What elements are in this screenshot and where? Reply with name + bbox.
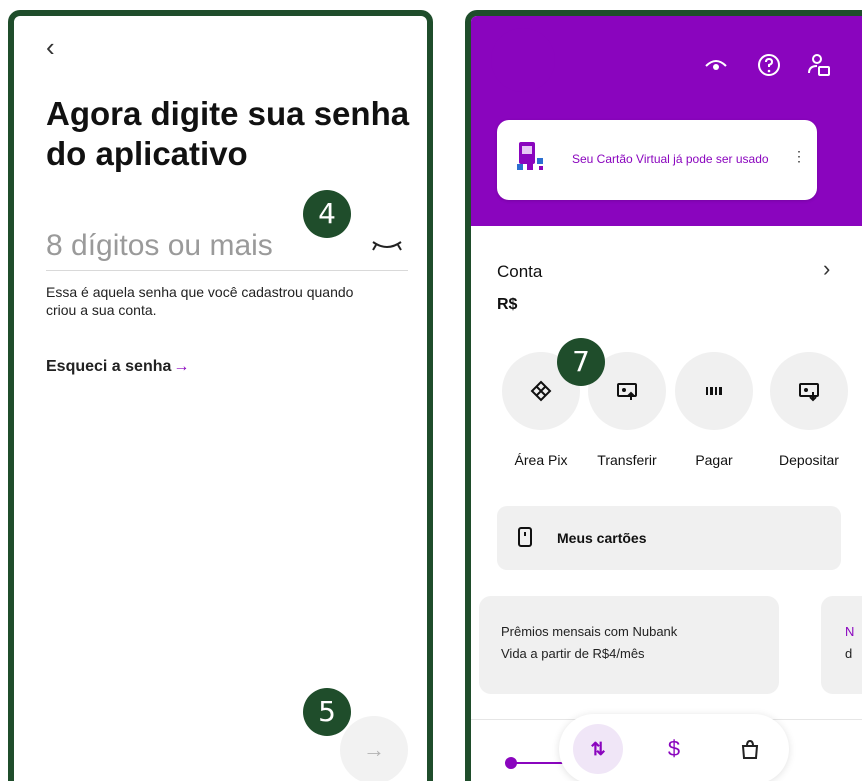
page-title: Agora digite sua senha do aplicativo	[46, 95, 410, 172]
eye-icon[interactable]	[703, 52, 729, 78]
action-label: Pagar	[695, 452, 733, 468]
promo-card[interactable]: Prêmios mensais com Nubank Vida a partir…	[479, 596, 779, 694]
back-button[interactable]: ‹	[46, 32, 55, 63]
action-deposit[interactable]: Depositar	[769, 352, 849, 468]
promo-title: N	[845, 624, 855, 639]
header: Seu Cartão Virtual já pode ser usado ⋮	[471, 16, 862, 226]
nav-money-icon[interactable]: $	[649, 724, 699, 774]
next-button[interactable]: →	[340, 716, 408, 781]
helper-text: Essa é aquela senha que você cadastrou q…	[46, 284, 354, 318]
promo-title: Prêmios mensais com Nubank	[501, 624, 678, 639]
nav-transfer-icon[interactable]: ⇅	[573, 724, 623, 774]
transfer-icon	[617, 383, 637, 400]
more-options-icon[interactable]: ⋮	[792, 148, 806, 165]
account-balance: R$	[497, 296, 518, 313]
action-label: Transferir	[597, 452, 657, 468]
action-label: Depositar	[779, 452, 839, 468]
step-badge-5: 5	[303, 688, 351, 736]
nav-shop-button[interactable]	[725, 724, 775, 774]
banner-text: Seu Cartão Virtual já pode ser usado	[572, 152, 769, 166]
eye-closed-icon[interactable]	[370, 236, 404, 256]
my-cards-label: Meus cartões	[557, 530, 647, 546]
bottom-nav: ⇅ $	[559, 714, 789, 781]
card-icon	[518, 527, 532, 547]
my-cards-button[interactable]: Meus cartões	[497, 506, 841, 570]
virtual-card-banner[interactable]: Seu Cartão Virtual já pode ser usado ⋮	[497, 120, 817, 200]
action-label: Área Pix	[514, 452, 568, 468]
progress-dot	[505, 757, 517, 769]
password-screen: ‹ Agora digite sua senha do aplicativo 4…	[8, 10, 433, 781]
promo-subtitle: Vida a partir de R$4/mês	[501, 646, 645, 661]
pix-icon	[530, 380, 552, 402]
action-pay[interactable]: Pagar	[674, 352, 754, 468]
help-icon[interactable]	[756, 52, 782, 78]
step-badge-4: 4	[303, 190, 351, 238]
shopping-bag-icon	[741, 739, 759, 759]
virtual-card-icon	[517, 142, 543, 170]
profile-icon[interactable]	[806, 52, 832, 78]
step-badge-7: 7	[557, 338, 605, 386]
promo-card[interactable]: N d	[821, 596, 862, 694]
deposit-icon	[799, 383, 819, 402]
input-underline	[46, 270, 408, 271]
avatar[interactable]	[491, 28, 555, 92]
forgot-password-label: Esqueci a senha	[46, 358, 172, 375]
chevron-right-icon[interactable]: ›	[823, 256, 830, 282]
promo-subtitle: d	[845, 646, 853, 661]
arrow-right-icon: →	[173, 358, 190, 375]
forgot-password-link[interactable]: Esqueci a senha →	[46, 358, 189, 376]
home-screen: Seu Cartão Virtual já pode ser usado ⋮ C…	[465, 10, 862, 781]
barcode-icon	[706, 387, 722, 395]
account-label[interactable]: Conta	[497, 262, 542, 282]
